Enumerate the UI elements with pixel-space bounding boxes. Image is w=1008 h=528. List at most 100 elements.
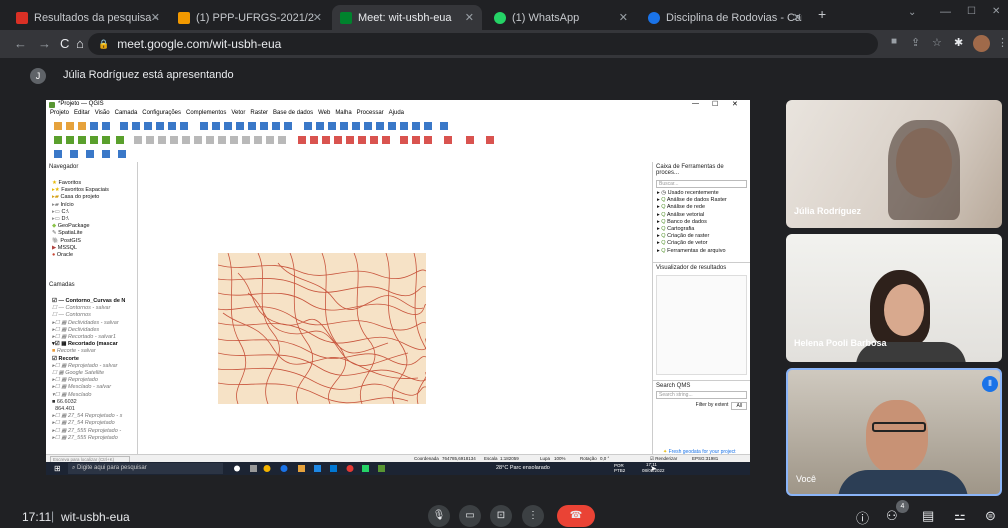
toolbox-item[interactable]: ▸ Q Análise de rede bbox=[657, 204, 750, 211]
menu-configuracoes[interactable]: Configurações bbox=[142, 110, 181, 119]
browser-item[interactable]: ▶ MSSQL bbox=[52, 245, 137, 252]
menu-processar[interactable]: Processar bbox=[357, 110, 384, 119]
scale-value[interactable]: 1:182059 bbox=[500, 456, 519, 461]
tab-meet[interactable]: Meet: wit-usbh-eua ✕ bbox=[332, 5, 482, 30]
browser-item[interactable]: ▸▰ Casa do projeto bbox=[52, 194, 137, 201]
close-tab-icon[interactable]: ✕ bbox=[793, 11, 802, 24]
reload-icon[interactable]: C bbox=[60, 36, 69, 51]
toolbox-item[interactable]: ▸ Q Cartografia bbox=[657, 226, 750, 233]
close-tab-icon[interactable]: ✕ bbox=[619, 11, 628, 24]
toolbox-item[interactable]: ▸ ◷ Usado recentemente bbox=[657, 190, 750, 197]
new-tab-button[interactable]: + bbox=[818, 6, 826, 22]
toolbox-item[interactable]: ▸ Q Criação de raster bbox=[657, 233, 750, 240]
camera-button[interactable]: ▭ bbox=[459, 505, 481, 527]
layer-item[interactable]: ▸☐ ▦ Declividades - salvar bbox=[52, 320, 137, 327]
tab-search-icon[interactable]: ⌄ bbox=[908, 7, 916, 18]
weather-widget[interactable]: 28°C Parc ensolarado bbox=[496, 465, 550, 471]
menu-camada[interactable]: Camada bbox=[115, 110, 138, 119]
leave-call-button[interactable]: ☎ bbox=[557, 505, 595, 527]
tab-ppp[interactable]: (1) PPP-UFRGS-2021/2 ✕ bbox=[170, 5, 330, 30]
qgis-close-icon[interactable]: ✕ bbox=[732, 100, 738, 108]
tab-gmail[interactable]: Resultados da pesquisa - daniel.c ✕ bbox=[8, 5, 168, 30]
crs-button[interactable]: EPSG:31981 bbox=[692, 456, 718, 461]
menu-projeto[interactable]: Projeto bbox=[50, 110, 69, 119]
tab-whatsapp[interactable]: (1) WhatsApp ✕ bbox=[486, 5, 636, 30]
maximize-icon[interactable]: ☐ bbox=[967, 6, 976, 17]
toolbox-item[interactable]: ▸ Q Análise de dados Raster bbox=[657, 197, 750, 204]
close-window-icon[interactable]: ✕ bbox=[992, 6, 1000, 17]
menu-raster[interactable]: Raster bbox=[250, 110, 268, 119]
browser-item[interactable]: ▸▭ C:\ bbox=[52, 209, 137, 216]
results-list[interactable] bbox=[656, 275, 747, 375]
menu-visao[interactable]: Visão bbox=[95, 110, 110, 119]
participant-tile-self[interactable]: ⦀ Você bbox=[786, 368, 1002, 496]
layer-item[interactable]: ▸☐ ▦ Mesclado - salvar bbox=[52, 384, 137, 391]
layer-item[interactable]: ▸☐ ▦ Reprojetado - salvar bbox=[52, 363, 137, 370]
zoom-value[interactable]: 100% bbox=[554, 456, 566, 461]
layer-item[interactable]: ▾☐ ▦ Mesclado bbox=[52, 392, 137, 399]
layer-item[interactable]: ▸☐ ▦ Declividades bbox=[52, 327, 137, 334]
url-input[interactable]: 🔒 meet.google.com/wit-usbh-eua bbox=[88, 33, 878, 55]
coord-value[interactable]: 764785,6918134 bbox=[442, 456, 476, 461]
layer-item[interactable]: ▾☑ ▦ Recortado (mascar bbox=[52, 341, 137, 348]
rotation-value[interactable]: 0,0 ° bbox=[600, 456, 609, 461]
close-tab-icon[interactable]: ✕ bbox=[465, 11, 474, 24]
browser-item[interactable]: ▸★ Favoritos Espaciais bbox=[52, 187, 137, 194]
minimize-icon[interactable]: — bbox=[940, 6, 951, 18]
lock-host-controls-icon[interactable]: ⊜ bbox=[985, 508, 996, 524]
layer-item[interactable]: ☐ — Contornos bbox=[52, 312, 137, 319]
menu-base-de-dados[interactable]: Base de dados bbox=[273, 110, 313, 119]
present-button[interactable]: ⊡ bbox=[490, 505, 512, 527]
layer-item[interactable]: ▸☐ ▦ 27_555 Reprojetado bbox=[52, 435, 137, 442]
menu-ajuda[interactable]: Ajuda bbox=[389, 110, 404, 119]
toolbox-item[interactable]: ▸ Q Banco de dados bbox=[657, 219, 750, 226]
browser-item[interactable]: ▸▰ Início bbox=[52, 202, 137, 209]
toolbox-item[interactable]: ▸ Q Análise vetorial bbox=[657, 212, 750, 219]
layer-item[interactable]: ▸☐ ▦ 27_54 Reprojetado bbox=[52, 420, 137, 427]
chat-icon[interactable]: ▤ bbox=[922, 508, 934, 524]
layer-item[interactable]: ☑ Recorte bbox=[52, 356, 137, 363]
browser-item[interactable]: ▸▭ D:\ bbox=[52, 216, 137, 223]
menu-web[interactable]: Web bbox=[318, 110, 330, 119]
menu-vetor[interactable]: Vetor bbox=[231, 110, 245, 119]
menu-complementos[interactable]: Complementos bbox=[186, 110, 226, 119]
tab-canva[interactable]: Disciplina de Rodovias - Canva ✕ bbox=[640, 5, 810, 30]
microphone-button[interactable]: 🎙 bbox=[428, 505, 450, 527]
language-indicator[interactable]: POR PTB2 bbox=[614, 463, 625, 473]
qms-search-input[interactable]: Search string... bbox=[656, 391, 747, 399]
camera-in-use-icon[interactable]: ■ bbox=[891, 36, 897, 47]
participant-tile-julia[interactable]: Júlia Rodríguez bbox=[786, 100, 1002, 228]
browser-item[interactable]: ✎ SpatiaLite bbox=[52, 230, 137, 237]
close-tab-icon[interactable]: ✕ bbox=[151, 11, 160, 24]
participant-tile-helena[interactable]: Helena Pooli Barbosa bbox=[786, 234, 1002, 362]
forward-icon[interactable]: → bbox=[38, 36, 51, 51]
profile-avatar[interactable] bbox=[973, 35, 990, 52]
back-icon[interactable]: ← bbox=[14, 36, 27, 51]
toolbar-icons[interactable] bbox=[50, 120, 750, 162]
browser-item[interactable]: 🐘 PostGIS bbox=[52, 238, 137, 245]
map-canvas[interactable] bbox=[139, 162, 651, 460]
toolbox-search-input[interactable]: Buscar... bbox=[656, 180, 747, 188]
people-icon[interactable]: ⚇ bbox=[886, 508, 898, 524]
more-options-button[interactable]: ⋮ bbox=[522, 505, 544, 527]
close-tab-icon[interactable]: ✕ bbox=[313, 11, 322, 24]
layer-item[interactable]: ■ Recorte - salvar bbox=[52, 348, 137, 355]
qms-filter-select[interactable]: All bbox=[731, 402, 747, 410]
layer-item[interactable]: ▸☐ ▦ 27_555 Reprojetado - bbox=[52, 428, 137, 435]
activities-icon[interactable]: ⚍ bbox=[954, 508, 966, 524]
windows-start-icon[interactable]: ⊞ bbox=[54, 464, 61, 473]
home-icon[interactable]: ⌂ bbox=[76, 36, 84, 51]
extensions-icon[interactable]: ✱ bbox=[954, 36, 963, 49]
taskbar-app-icons[interactable] bbox=[232, 464, 442, 473]
share-icon[interactable]: ⇪ bbox=[911, 36, 920, 49]
browser-menu-icon[interactable]: ⋮ bbox=[997, 36, 1008, 49]
windows-search-input[interactable]: ⌕ Digite aqui para pesquisar bbox=[68, 463, 223, 474]
menu-malha[interactable]: Malha bbox=[335, 110, 351, 119]
meeting-info-icon[interactable]: ⓘ bbox=[856, 508, 869, 527]
toolbox-item[interactable]: ▸ Q Criação de vetor bbox=[657, 240, 750, 247]
toolbox-item[interactable]: ▸ Q Ferramentas de arquivo bbox=[657, 248, 750, 255]
qgis-maximize-icon[interactable]: ☐ bbox=[712, 100, 718, 108]
browser-item[interactable]: ● Oracle bbox=[52, 252, 137, 259]
bookmark-star-icon[interactable]: ☆ bbox=[932, 36, 942, 49]
qgis-minimize-icon[interactable]: — bbox=[692, 100, 699, 107]
